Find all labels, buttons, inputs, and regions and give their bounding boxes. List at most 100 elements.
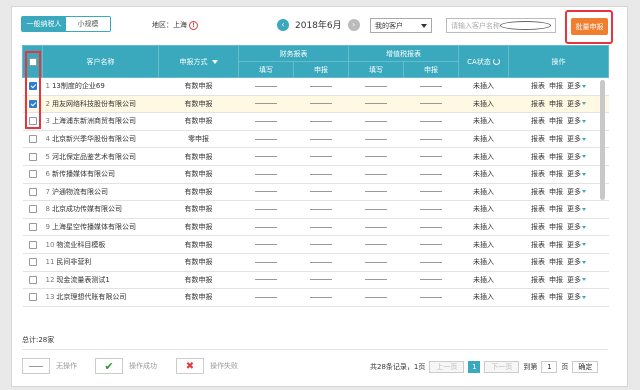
client-table: 客户名称 申报方式 财务报表 增值税报表 CA状态 操作 填写 申报 填写 申报…	[22, 45, 609, 307]
report-link[interactable]: 报表	[531, 99, 545, 109]
table-row[interactable]: 13 北京理想代账有限公司 有数申报 未插入 报表 申报 更多	[22, 288, 609, 307]
more-menu[interactable]: 更多	[567, 292, 586, 302]
declare-link[interactable]: 申报	[549, 257, 563, 267]
row-checkbox[interactable]	[28, 187, 37, 196]
row-checkbox[interactable]	[28, 258, 37, 267]
declare-link[interactable]: 申报	[549, 240, 563, 250]
client-name[interactable]: 河北保定品鉴艺术有限公司	[52, 153, 136, 161]
row-checkbox[interactable]	[28, 152, 37, 161]
client-name[interactable]: 上海浦东新洲商贸有限公司	[52, 117, 136, 125]
client-name[interactable]: 13制度的企业69	[52, 82, 105, 90]
table-row[interactable]: 5 河北保定品鉴艺术有限公司 有数申报 未插入 报表 申报 更多	[22, 147, 609, 166]
table-row[interactable]: 4 北京新兴季华股份有限公司 零申报 未插入 报表 申报 更多	[22, 130, 609, 149]
row-checkbox[interactable]	[28, 205, 37, 214]
prev-page-button[interactable]: 上一页	[429, 361, 465, 373]
goto-page-input[interactable]: 1	[541, 361, 558, 373]
more-menu[interactable]: 更多	[567, 169, 586, 179]
table-row[interactable]: 1 13制度的企业69 有数申报 未插入 报表 申报 更多	[22, 77, 609, 96]
row-checkbox[interactable]	[28, 170, 37, 179]
row-checkbox[interactable]	[28, 223, 37, 232]
declare-link[interactable]: 申报	[549, 187, 563, 197]
table-row[interactable]: 6 新传播媒体有限公司 有数申报 未插入 报表 申报 更多	[22, 165, 609, 184]
client-name[interactable]: 物流业科目模板	[56, 241, 105, 249]
report-link[interactable]: 报表	[531, 204, 545, 214]
client-name[interactable]: 北京新兴季华股份有限公司	[52, 135, 136, 143]
client-name[interactable]: 北京成功传媒有限公司	[52, 205, 122, 213]
declare-link[interactable]: 申报	[549, 204, 563, 214]
more-menu[interactable]: 更多	[567, 240, 586, 250]
page-number-current[interactable]: 1	[468, 361, 481, 373]
dash-icon	[420, 208, 442, 210]
row-checkbox-cell	[22, 200, 43, 219]
dash-icon	[255, 261, 277, 263]
dash-icon	[365, 244, 387, 246]
report-link[interactable]: 报表	[531, 257, 545, 267]
confirm-button[interactable]: 确定	[572, 361, 599, 373]
table-row[interactable]: 2 用友网络科技股份有限公司 有数申报 未插入 报表 申报 更多	[22, 95, 609, 114]
tab-general-taxpayer[interactable]: 一般纳税人	[22, 17, 66, 31]
filter-caret-icon[interactable]	[211, 59, 218, 64]
more-menu[interactable]: 更多	[567, 204, 586, 214]
more-menu[interactable]: 更多	[567, 152, 586, 162]
tab-small-scale[interactable]: 小规模	[66, 17, 110, 31]
report-link[interactable]: 报表	[531, 134, 545, 144]
client-name[interactable]: 用友网络科技股份有限公司	[52, 100, 136, 108]
table-row[interactable]: 8 北京成功传媒有限公司 有数申报 未插入 报表 申报 更多	[22, 200, 609, 219]
search-icon[interactable]	[500, 21, 551, 30]
report-link[interactable]: 报表	[531, 169, 545, 179]
client-name[interactable]: 上海星空传播媒体有限公司	[52, 223, 136, 231]
report-link[interactable]: 报表	[531, 275, 545, 285]
report-link[interactable]: 报表	[531, 187, 545, 197]
declare-link[interactable]: 申报	[549, 99, 563, 109]
report-link[interactable]: 报表	[531, 116, 545, 126]
declare-link[interactable]: 申报	[549, 169, 563, 179]
more-menu[interactable]: 更多	[567, 257, 586, 267]
more-menu[interactable]: 更多	[567, 81, 586, 91]
row-checkbox[interactable]	[28, 135, 37, 144]
client-name[interactable]: 新传播媒体有限公司	[52, 170, 115, 178]
report-link[interactable]: 报表	[531, 292, 545, 302]
declare-link[interactable]: 申报	[549, 81, 563, 91]
next-page-button[interactable]: 下一页	[484, 361, 520, 373]
declare-link[interactable]: 申报	[549, 292, 563, 302]
report-link[interactable]: 报表	[531, 240, 545, 250]
declare-link[interactable]: 申报	[549, 275, 563, 285]
more-menu[interactable]: 更多	[567, 99, 586, 109]
table-row[interactable]: 12 现金流量表测试1 有数申报 未插入 报表 申报 更多	[22, 271, 609, 290]
batch-declare-button[interactable]: 批量申报	[571, 18, 608, 35]
next-month-icon[interactable]: ›	[347, 18, 360, 31]
declare-link[interactable]: 申报	[549, 116, 563, 126]
more-menu[interactable]: 更多	[567, 275, 586, 285]
refresh-icon[interactable]	[492, 58, 500, 65]
declare-link[interactable]: 申报	[549, 152, 563, 162]
row-checkbox[interactable]	[28, 293, 37, 302]
more-menu[interactable]: 更多	[567, 134, 586, 144]
report-link[interactable]: 报表	[531, 222, 545, 232]
row-ops: 报表 申报 更多	[508, 271, 609, 290]
declare-link[interactable]: 申报	[549, 222, 563, 232]
more-menu[interactable]: 更多	[567, 116, 586, 126]
table-row[interactable]: 9 上海星空传播媒体有限公司 有数申报 未插入 报表 申报 更多	[22, 218, 609, 237]
client-name[interactable]: 民间非营利	[56, 258, 91, 266]
declare-link[interactable]: 申报	[549, 134, 563, 144]
table-row[interactable]: 11 民间非营利 有数申报 未插入 报表 申报 更多	[22, 253, 609, 272]
row-checkbox[interactable]	[28, 275, 37, 284]
more-menu[interactable]: 更多	[567, 187, 586, 197]
table-row[interactable]: 7 沪通物流有限公司 有数申报 未插入 报表 申报 更多	[22, 183, 609, 202]
header-method[interactable]: 申报方式	[158, 45, 239, 78]
client-name[interactable]: 沪通物流有限公司	[52, 188, 108, 196]
client-select[interactable]: 我的客户	[370, 18, 432, 33]
month-label: 2018年6月	[295, 21, 342, 31]
more-menu[interactable]: 更多	[567, 222, 586, 232]
table-scrollbar[interactable]	[600, 80, 605, 200]
prev-month-icon[interactable]: ‹	[277, 18, 289, 31]
info-icon[interactable]: !	[189, 20, 198, 30]
report-link[interactable]: 报表	[531, 81, 545, 91]
row-checkbox[interactable]	[28, 240, 37, 249]
client-name[interactable]: 现金流量表测试1	[56, 276, 109, 284]
client-name[interactable]: 北京理想代账有限公司	[56, 293, 126, 301]
report-link[interactable]: 报表	[531, 152, 545, 162]
search-input[interactable]: 请输入客户名称或助记码	[446, 18, 556, 33]
table-row[interactable]: 3 上海浦东新洲商贸有限公司 有数申报 未插入 报表 申报 更多	[22, 112, 609, 131]
table-row[interactable]: 10 物流业科目模板 有数申报 未插入 报表 申报 更多	[22, 235, 609, 254]
